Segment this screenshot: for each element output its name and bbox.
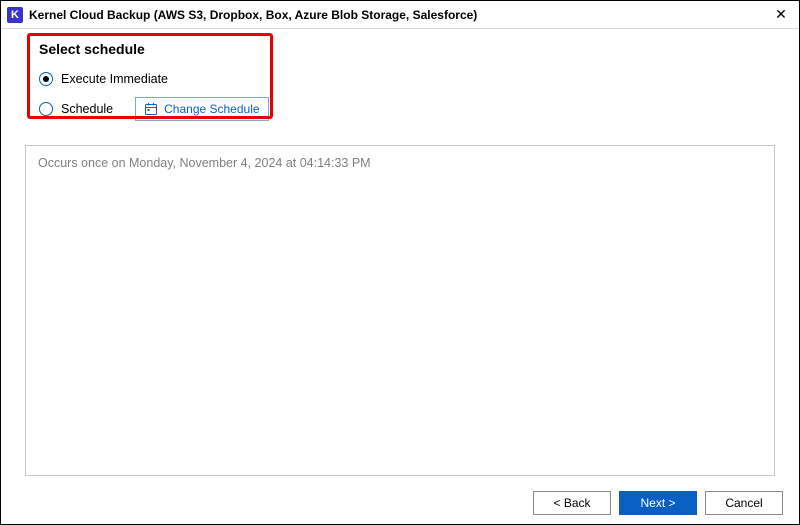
close-button[interactable]: ✕	[763, 1, 799, 29]
cancel-button[interactable]: Cancel	[705, 491, 783, 515]
window-title: Kernel Cloud Backup (AWS S3, Dropbox, Bo…	[29, 8, 477, 22]
back-button[interactable]: < Back	[533, 491, 611, 515]
option-schedule[interactable]: Schedule Change Schedule	[39, 97, 761, 121]
radio-execute-immediate-label: Execute Immediate	[61, 72, 168, 86]
schedule-heading: Select schedule	[39, 41, 761, 57]
calendar-icon	[144, 102, 158, 116]
change-schedule-button-label: Change Schedule	[164, 102, 259, 116]
change-schedule-button[interactable]: Change Schedule	[135, 97, 268, 121]
content-area: Select schedule Execute Immediate Schedu…	[1, 29, 799, 482]
schedule-block: Select schedule Execute Immediate Schedu…	[25, 39, 775, 131]
titlebar: K Kernel Cloud Backup (AWS S3, Dropbox, …	[1, 1, 799, 29]
app-icon: K	[7, 7, 23, 23]
schedule-description-text: Occurs once on Monday, November 4, 2024 …	[38, 156, 371, 170]
option-execute-immediate[interactable]: Execute Immediate	[39, 67, 761, 91]
next-button[interactable]: Next >	[619, 491, 697, 515]
radio-schedule-label: Schedule	[61, 102, 113, 116]
window-root: K Kernel Cloud Backup (AWS S3, Dropbox, …	[0, 0, 800, 525]
schedule-description-panel: Occurs once on Monday, November 4, 2024 …	[25, 145, 775, 476]
radio-execute-immediate[interactable]	[39, 72, 53, 86]
radio-schedule[interactable]	[39, 102, 53, 116]
footer: < Back Next > Cancel	[1, 482, 799, 524]
close-icon: ✕	[775, 6, 787, 23]
